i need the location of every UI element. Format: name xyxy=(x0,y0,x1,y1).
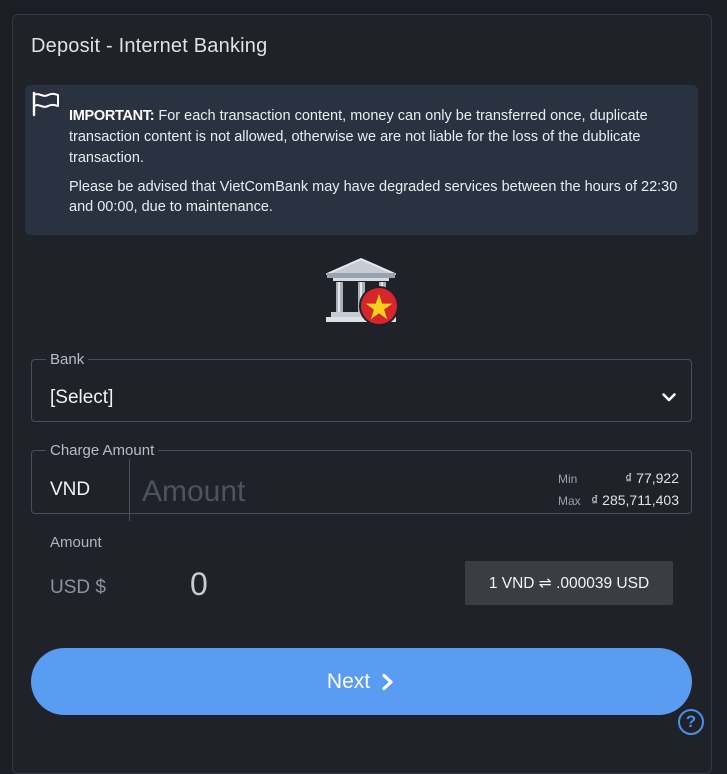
flag-icon xyxy=(32,91,59,117)
currency-code: VND xyxy=(50,479,91,500)
amount-input[interactable] xyxy=(140,467,524,517)
charge-amount-legend: Charge Amount xyxy=(50,442,155,459)
page-title: Deposit - Internet Banking xyxy=(31,35,268,57)
chevron-right-icon xyxy=(382,673,393,690)
min-label: Min xyxy=(558,472,578,486)
exchange-rate-badge: 1 VND ⇌ .000039 USD xyxy=(465,561,673,605)
notice-text-1: IMPORTANT: For each transaction content,… xyxy=(69,106,689,169)
max-value: ₫ 285,711,403 xyxy=(591,492,679,508)
help-button[interactable]: ? xyxy=(678,709,704,735)
converted-amount-label: Amount xyxy=(50,534,102,551)
min-value: ₫ 77,922 xyxy=(625,470,679,486)
usd-currency-label: USD $ xyxy=(50,577,106,598)
next-button-label: Next xyxy=(326,669,371,693)
bank-select[interactable]: Bank [Select] xyxy=(31,351,692,422)
bank-vietnam-icon xyxy=(326,258,399,326)
max-label: Max xyxy=(558,494,581,508)
currency-selector[interactable]: VND xyxy=(32,459,130,521)
bank-legend: Bank xyxy=(50,351,85,368)
usd-amount-value: 0 xyxy=(190,566,208,602)
chevron-down-icon[interactable] xyxy=(661,389,677,405)
notice-paragraph-2: Please be advised that VietComBank may h… xyxy=(69,179,678,215)
notice-paragraph-1: For each transaction content, money can … xyxy=(69,108,648,166)
important-notice: IMPORTANT: For each transaction content,… xyxy=(25,85,698,235)
bank-select-value: [Select] xyxy=(50,387,114,408)
important-label: IMPORTANT: xyxy=(69,108,155,124)
next-button[interactable]: Next xyxy=(31,648,692,715)
charge-amount-field: Charge Amount VND Min ₫ 77,922 Max ₫ 285… xyxy=(31,442,692,521)
